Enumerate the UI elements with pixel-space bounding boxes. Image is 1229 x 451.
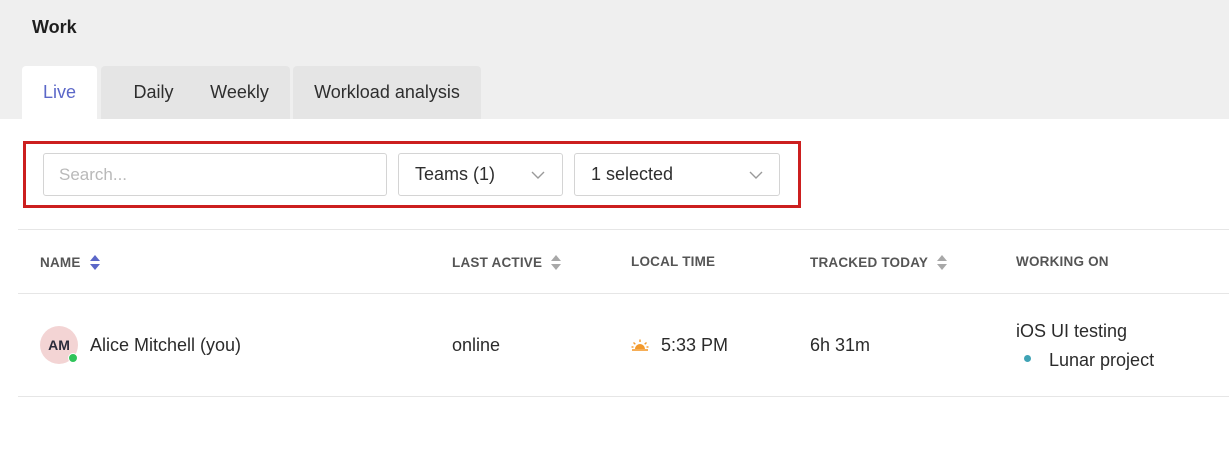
member-name[interactable]: Alice Mitchell (you)	[90, 335, 241, 356]
teams-select[interactable]: Teams (1)	[398, 153, 563, 196]
teams-select-label: Teams (1)	[415, 164, 496, 184]
column-header-working-on: WORKING ON	[1016, 254, 1109, 269]
tab-live[interactable]: Live	[22, 66, 97, 119]
column-header-label: LAST ACTIVE	[452, 255, 543, 270]
sort-icon[interactable]	[89, 254, 100, 271]
members-select[interactable]: 1 selected	[574, 153, 780, 196]
column-header-tracked-today[interactable]: TRACKED TODAY	[810, 254, 948, 271]
column-header-label: LOCAL TIME	[631, 254, 716, 269]
column-header-name[interactable]: NAME	[40, 254, 100, 271]
column-header-local-time: LOCAL TIME	[631, 254, 715, 269]
online-status-dot	[68, 353, 78, 363]
members-select-label: 1 selected	[591, 164, 674, 184]
column-header-label: WORKING ON	[1016, 254, 1109, 269]
sort-icon[interactable]	[937, 254, 948, 271]
column-header-label: TRACKED TODAY	[810, 255, 929, 270]
chevron-down-icon	[749, 171, 763, 179]
project-name[interactable]: Lunar project	[1049, 350, 1154, 371]
table-header-divider	[18, 293, 1229, 294]
column-header-label: NAME	[40, 255, 81, 270]
chevron-down-icon	[531, 171, 545, 179]
column-header-last-active[interactable]: LAST ACTIVE	[452, 254, 562, 271]
last-active-value: online	[452, 335, 501, 355]
task-name[interactable]: iOS UI testing	[1016, 321, 1127, 342]
tab-workload-analysis[interactable]: Workload analysis	[293, 66, 481, 119]
search-input[interactable]	[43, 153, 387, 196]
local-time-value: 5:33 PM	[661, 335, 729, 355]
project-color-dot	[1024, 355, 1031, 362]
sunset-icon	[631, 339, 649, 351]
tracked-today-value: 6h 31m	[810, 335, 871, 355]
page-title: Work	[32, 17, 77, 37]
table-bottom-divider	[18, 396, 1229, 397]
table-top-divider	[18, 229, 1229, 230]
sort-icon[interactable]	[551, 254, 562, 271]
tab-weekly[interactable]: Weekly	[189, 66, 290, 119]
